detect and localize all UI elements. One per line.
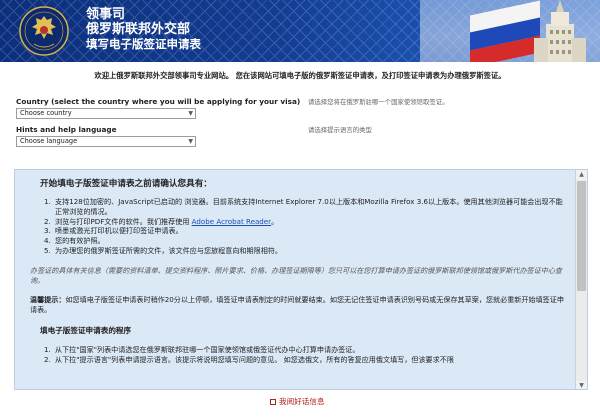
procedure-heading: 填电子版签证申请表的程序 <box>40 325 132 335</box>
language-label: Hints and help language <box>16 125 117 134</box>
list-item: 2. 从下拉"提示语言"列表申请提示语言。该提示将说明您填写问题的意见。 如您选… <box>44 354 454 364</box>
language-select-value: Choose language <box>20 137 78 145</box>
instructions-panel: 开始填电子版签证申请表之前请确认您具有： 1. 支持128位加密的、JavaSc… <box>14 169 588 390</box>
procedure-list: 1. 从下拉"国家"列表中请选您在俄罗斯联邦驻哪一个国家使领馆或俄签证代办中心打… <box>30 345 565 365</box>
scroll-down-icon[interactable]: ▼ <box>576 381 587 389</box>
scroll-thumb[interactable] <box>577 181 586 291</box>
ministry-building-icon <box>534 0 586 62</box>
language-hint: 请选择提示语言的类型 <box>308 126 372 134</box>
header-banner: 领事司 俄罗斯联邦外交部 填写电子版签证申请表 <box>0 0 600 62</box>
title-line-1: 领事司 <box>86 7 126 22</box>
chevron-down-icon: ▼ <box>188 138 193 145</box>
list-item: 5. 为办理您的俄罗斯签证所需的文件，该文件应与您旅程意向和期限相符。 <box>44 245 282 255</box>
ministry-title: 领事司 俄罗斯联邦外交部 填写电子版签证申请表 <box>86 7 201 52</box>
panel-scrollbar[interactable]: ▲ ▼ <box>575 170 587 389</box>
info-note: 办签证的具体有关信息（需要的资料清单、提交资料程序、照片要求、价格、办理签证期限… <box>30 265 563 285</box>
instructions-content: 开始填电子版签证申请表之前请确认您具有： 1. 支持128位加密的、JavaSc… <box>15 170 575 389</box>
scroll-up-icon[interactable]: ▲ <box>576 170 587 180</box>
chevron-down-icon: ▼ <box>188 110 193 117</box>
country-select-value: Choose country <box>20 109 72 117</box>
list-item: 4. 您的有效护照。 <box>44 236 105 246</box>
country-label: Country (select the country where you wi… <box>16 97 301 106</box>
language-select[interactable]: Choose language ▼ <box>16 136 196 147</box>
title-line-3: 填写电子版签证申请表 <box>86 37 201 51</box>
title-line-2: 俄罗斯联邦外交部 <box>86 22 191 37</box>
requirements-heading: 开始填电子版签证申请表之前请确认您具有： <box>40 179 212 189</box>
adobe-reader-link[interactable]: Adobe Acrobat Reader <box>192 217 271 226</box>
list-item: 2. 浏览与打印PDF文件的软件。我们推荐使用 Adobe Acrobat Re… <box>44 216 279 226</box>
country-select[interactable]: Choose country ▼ <box>16 108 196 119</box>
list-item: 3. 喷墨或激光打印机以便打印签证申请表。 <box>44 226 183 236</box>
requirements-list: 1. 支持128位加密的、JavaScript已启动的 浏览器。目前系统支持In… <box>30 197 565 256</box>
warning-text: 温馨提示：如您填电子版签证申请表时稍作20分以上停顿，填签证申请表制定的时间就要… <box>30 294 564 314</box>
list-item: 1. 从下拉"国家"列表中请选您在俄罗斯联邦驻哪一个国家使领馆或俄签证代办中心打… <box>44 344 360 354</box>
read-info-label: 我阅好话信息 <box>279 397 325 406</box>
read-info-checkbox[interactable]: 我阅好话信息 <box>270 396 325 407</box>
list-item: 1. 支持128位加密的、JavaScript已启动的 浏览器。目前系统支持In… <box>44 197 563 216</box>
welcome-text: 欢迎上俄罗斯联邦外交部领事司专业网站。 您在该网站可填电子版的俄罗斯签证申请表，… <box>94 71 506 80</box>
country-hint: 请选择您将在俄罗斯驻哪一个国家使领馆取签证。 <box>308 98 449 106</box>
ministry-emblem-icon <box>19 6 69 56</box>
warning-label: 温馨提示： <box>30 294 66 304</box>
checkbox-icon[interactable] <box>270 399 276 405</box>
